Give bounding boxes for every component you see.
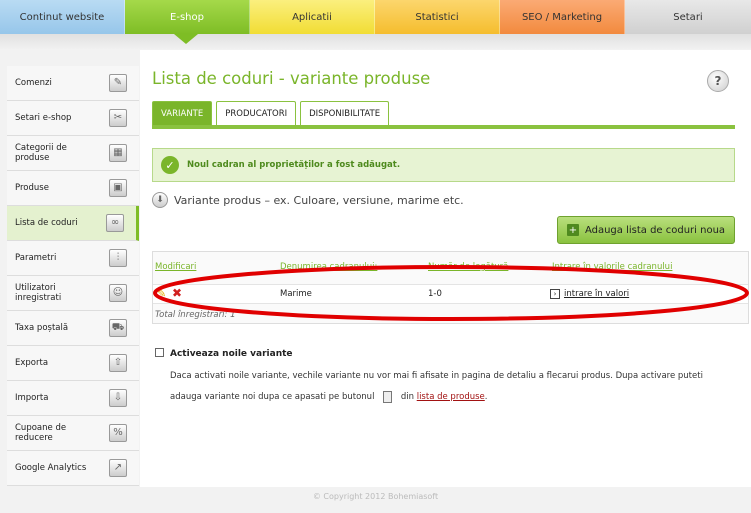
- tabs-underline: [152, 125, 735, 129]
- success-text: Noul cadran al proprietăților a fost adă…: [187, 160, 401, 170]
- tab-statistici[interactable]: Statistici: [375, 0, 500, 34]
- product-list-link[interactable]: lista de produse: [417, 392, 485, 402]
- sidebar-item-produse[interactable]: Produse ▣: [7, 171, 139, 206]
- analytics-icon: ↗: [109, 459, 127, 477]
- highlight-annotation: [153, 265, 749, 321]
- sidebar-item-cupoane[interactable]: Cupoane de reducere%: [7, 416, 139, 451]
- sidebar-item-comenzi[interactable]: Comenzi ✎: [7, 66, 139, 101]
- tab-disponibilitate[interactable]: DISPONIBILITATE: [300, 101, 390, 125]
- sidebar-item-label: Produse: [15, 183, 49, 193]
- activate-desc-end: .: [484, 392, 488, 402]
- sidebar-item-categorii[interactable]: Categorii de produse ▦: [7, 136, 139, 171]
- activate-description: Daca activati noile variante, vechile va…: [170, 366, 730, 408]
- sidebar-item-lista-de-coduri[interactable]: Lista de coduri ∞: [7, 206, 139, 241]
- checkmark-icon: ✓: [161, 156, 179, 174]
- help-icon[interactable]: ?: [707, 70, 729, 92]
- arrow-down-icon[interactable]: ⬇: [152, 192, 168, 208]
- sidebar-item-label: Importa: [15, 393, 49, 403]
- tab-continut-website[interactable]: Continut website: [0, 0, 125, 34]
- sidebar-item-label: Cupoane de reducere: [15, 423, 67, 443]
- sidebar-item-label: Setari e-shop: [15, 113, 72, 123]
- tab-variante[interactable]: VARIANTE: [152, 101, 213, 125]
- tab-setari[interactable]: Setari: [625, 0, 751, 34]
- activate-checkbox[interactable]: [155, 348, 164, 357]
- sidebar-item-label: Google Analytics: [15, 463, 87, 473]
- sidebar-item-label: Exporta: [15, 358, 49, 368]
- export-icon: ⇧: [109, 354, 127, 372]
- boxes-icon: ▦: [109, 144, 127, 162]
- binoculars-icon: ∞: [106, 214, 124, 232]
- top-navigation: Continut website E-shop Aplicatii Statis…: [0, 0, 751, 34]
- plus-icon: +: [566, 224, 579, 236]
- sidebar-item-exporta[interactable]: Exporta ⇧: [7, 346, 139, 381]
- coupon-icon: %: [109, 424, 127, 442]
- tab-producatori[interactable]: PRODUCATORI: [216, 101, 297, 125]
- clipboard-icon: ✎: [109, 74, 127, 92]
- tab-aplicatii[interactable]: Aplicatii: [250, 0, 375, 34]
- sidebar-item-google-analytics[interactable]: Google Analytics ↗: [7, 451, 139, 486]
- activate-desc-din: din: [400, 392, 414, 402]
- add-button-label: Adauga lista de coduri noua: [584, 224, 726, 236]
- success-message: ✓ Noul cadran al proprietăților a fost a…: [152, 148, 735, 182]
- activate-title: Activeaza noile variante: [170, 349, 293, 359]
- section-header: ⬇ Variante produs – ex. Culoare, versiun…: [152, 192, 464, 208]
- tab-e-shop[interactable]: E-shop: [125, 0, 250, 34]
- import-icon: ⇩: [109, 389, 127, 407]
- subtabs: VARIANTE PRODUCATORI DISPONIBILITATE: [152, 101, 393, 125]
- sidebar-item-importa[interactable]: Importa ⇩: [7, 381, 139, 416]
- sidebar-item-label: Categorii de produse: [15, 143, 67, 163]
- tab-seo-marketing[interactable]: SEO / Marketing: [500, 0, 625, 34]
- page-title: Lista de coduri - variante produse: [152, 69, 431, 88]
- nav-shadow: [0, 34, 751, 50]
- sidebar-item-setari-e-shop[interactable]: Setari e-shop ✂: [7, 101, 139, 136]
- sidebar-item-label: Comenzi: [15, 78, 52, 88]
- tools-icon: ✂: [109, 109, 127, 127]
- active-tab-pointer: [174, 34, 198, 44]
- sidebar-item-label: Lista de coduri: [15, 218, 78, 228]
- variants-button-icon: [383, 390, 393, 403]
- product-icon: ▣: [109, 179, 127, 197]
- highlight-ellipse: [153, 265, 749, 321]
- footer-copyright: © Copyright 2012 Bohemiasoft: [312, 492, 439, 501]
- section-title: Variante produs – ex. Culoare, versiune,…: [174, 193, 464, 207]
- page: Continut website E-shop Aplicatii Statis…: [0, 0, 751, 513]
